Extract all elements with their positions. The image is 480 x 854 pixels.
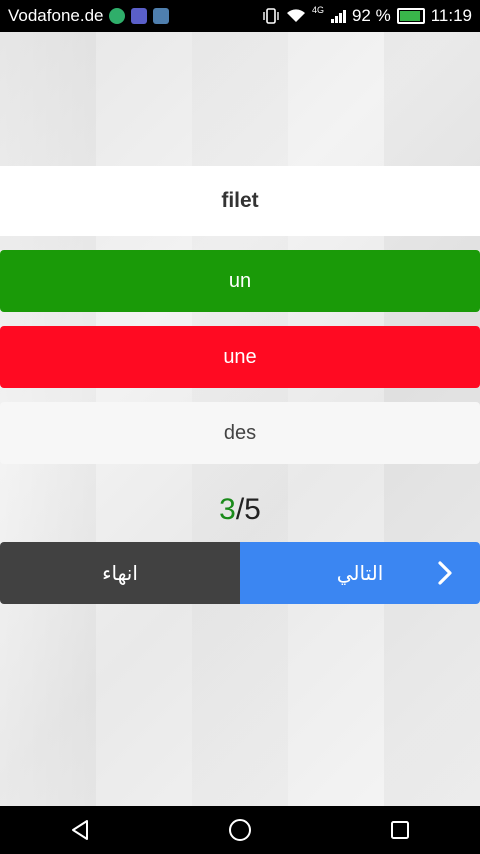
recents-square-icon <box>391 821 409 839</box>
clock: 11:19 <box>430 6 472 25</box>
gallery-notification-icon <box>131 8 148 24</box>
status-right: 4G 92 % 11:19 <box>262 5 472 26</box>
nav-recents-button[interactable] <box>382 812 418 848</box>
finish-button-label: انهاء <box>102 562 138 585</box>
quiz-progress: 3/5 <box>0 490 480 530</box>
chevron-right-icon <box>438 561 452 585</box>
nav-back-button[interactable] <box>62 812 98 848</box>
battery-percent: 92 % <box>351 6 391 25</box>
bottom-actions: انهاء التالي <box>0 542 480 604</box>
app-notification-icon <box>109 8 126 24</box>
answer-option-un[interactable]: un <box>0 250 480 312</box>
carrier-name: Vodafone.de <box>8 6 104 25</box>
status-left: Vodafone.de <box>8 6 170 26</box>
quiz-word: filet <box>0 166 480 236</box>
progress-total: 5 <box>244 493 261 526</box>
quiz-screen: filet un une des 3/5 انهاء التالي <box>0 32 480 806</box>
status-bar: Vodafone.de 4G 92 % 11:19 <box>0 0 480 32</box>
quiz-word-text: filet <box>221 189 259 212</box>
signal-icon <box>330 10 346 23</box>
network-type: 4G <box>311 5 324 15</box>
progress-separator: / <box>235 493 245 526</box>
answer-option-une[interactable]: une <box>0 326 480 388</box>
back-triangle-icon <box>72 820 88 840</box>
system-nav-bar <box>0 806 480 854</box>
vibrate-icon <box>263 8 279 24</box>
progress-current: 3 <box>219 493 236 526</box>
next-button-label: التالي <box>336 562 384 585</box>
answer-option-label: une <box>223 345 257 368</box>
image-notification-icon <box>153 8 170 24</box>
battery-icon <box>396 8 425 24</box>
answer-option-des[interactable]: des <box>0 402 480 464</box>
finish-button[interactable]: انهاء <box>0 542 240 604</box>
answer-option-label: un <box>228 269 252 292</box>
home-circle-icon <box>229 819 251 841</box>
battery-fill <box>399 11 420 21</box>
wifi-icon <box>286 9 305 22</box>
answer-option-label: des <box>223 421 257 444</box>
nav-home-button[interactable] <box>222 812 258 848</box>
next-button[interactable]: التالي <box>240 542 480 604</box>
